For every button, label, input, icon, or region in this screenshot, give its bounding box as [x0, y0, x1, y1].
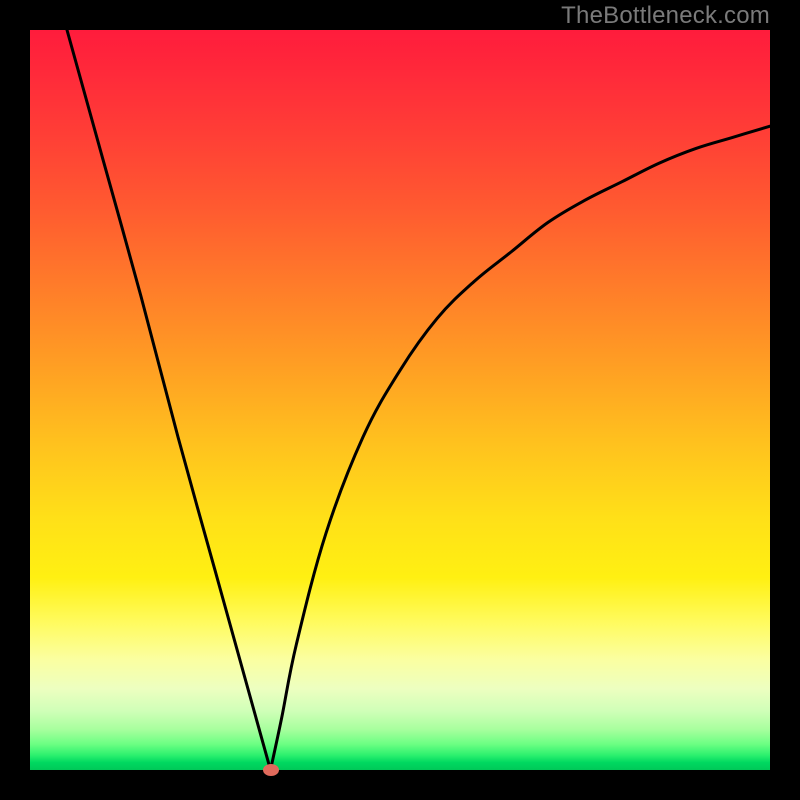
curve-left-branch — [67, 30, 271, 770]
chart-frame: TheBottleneck.com — [0, 0, 800, 800]
minimum-marker — [263, 764, 279, 776]
curve-svg — [30, 30, 770, 770]
watermark-text: TheBottleneck.com — [561, 2, 770, 30]
plot-area — [30, 30, 770, 770]
curve-right-branch — [271, 126, 771, 770]
